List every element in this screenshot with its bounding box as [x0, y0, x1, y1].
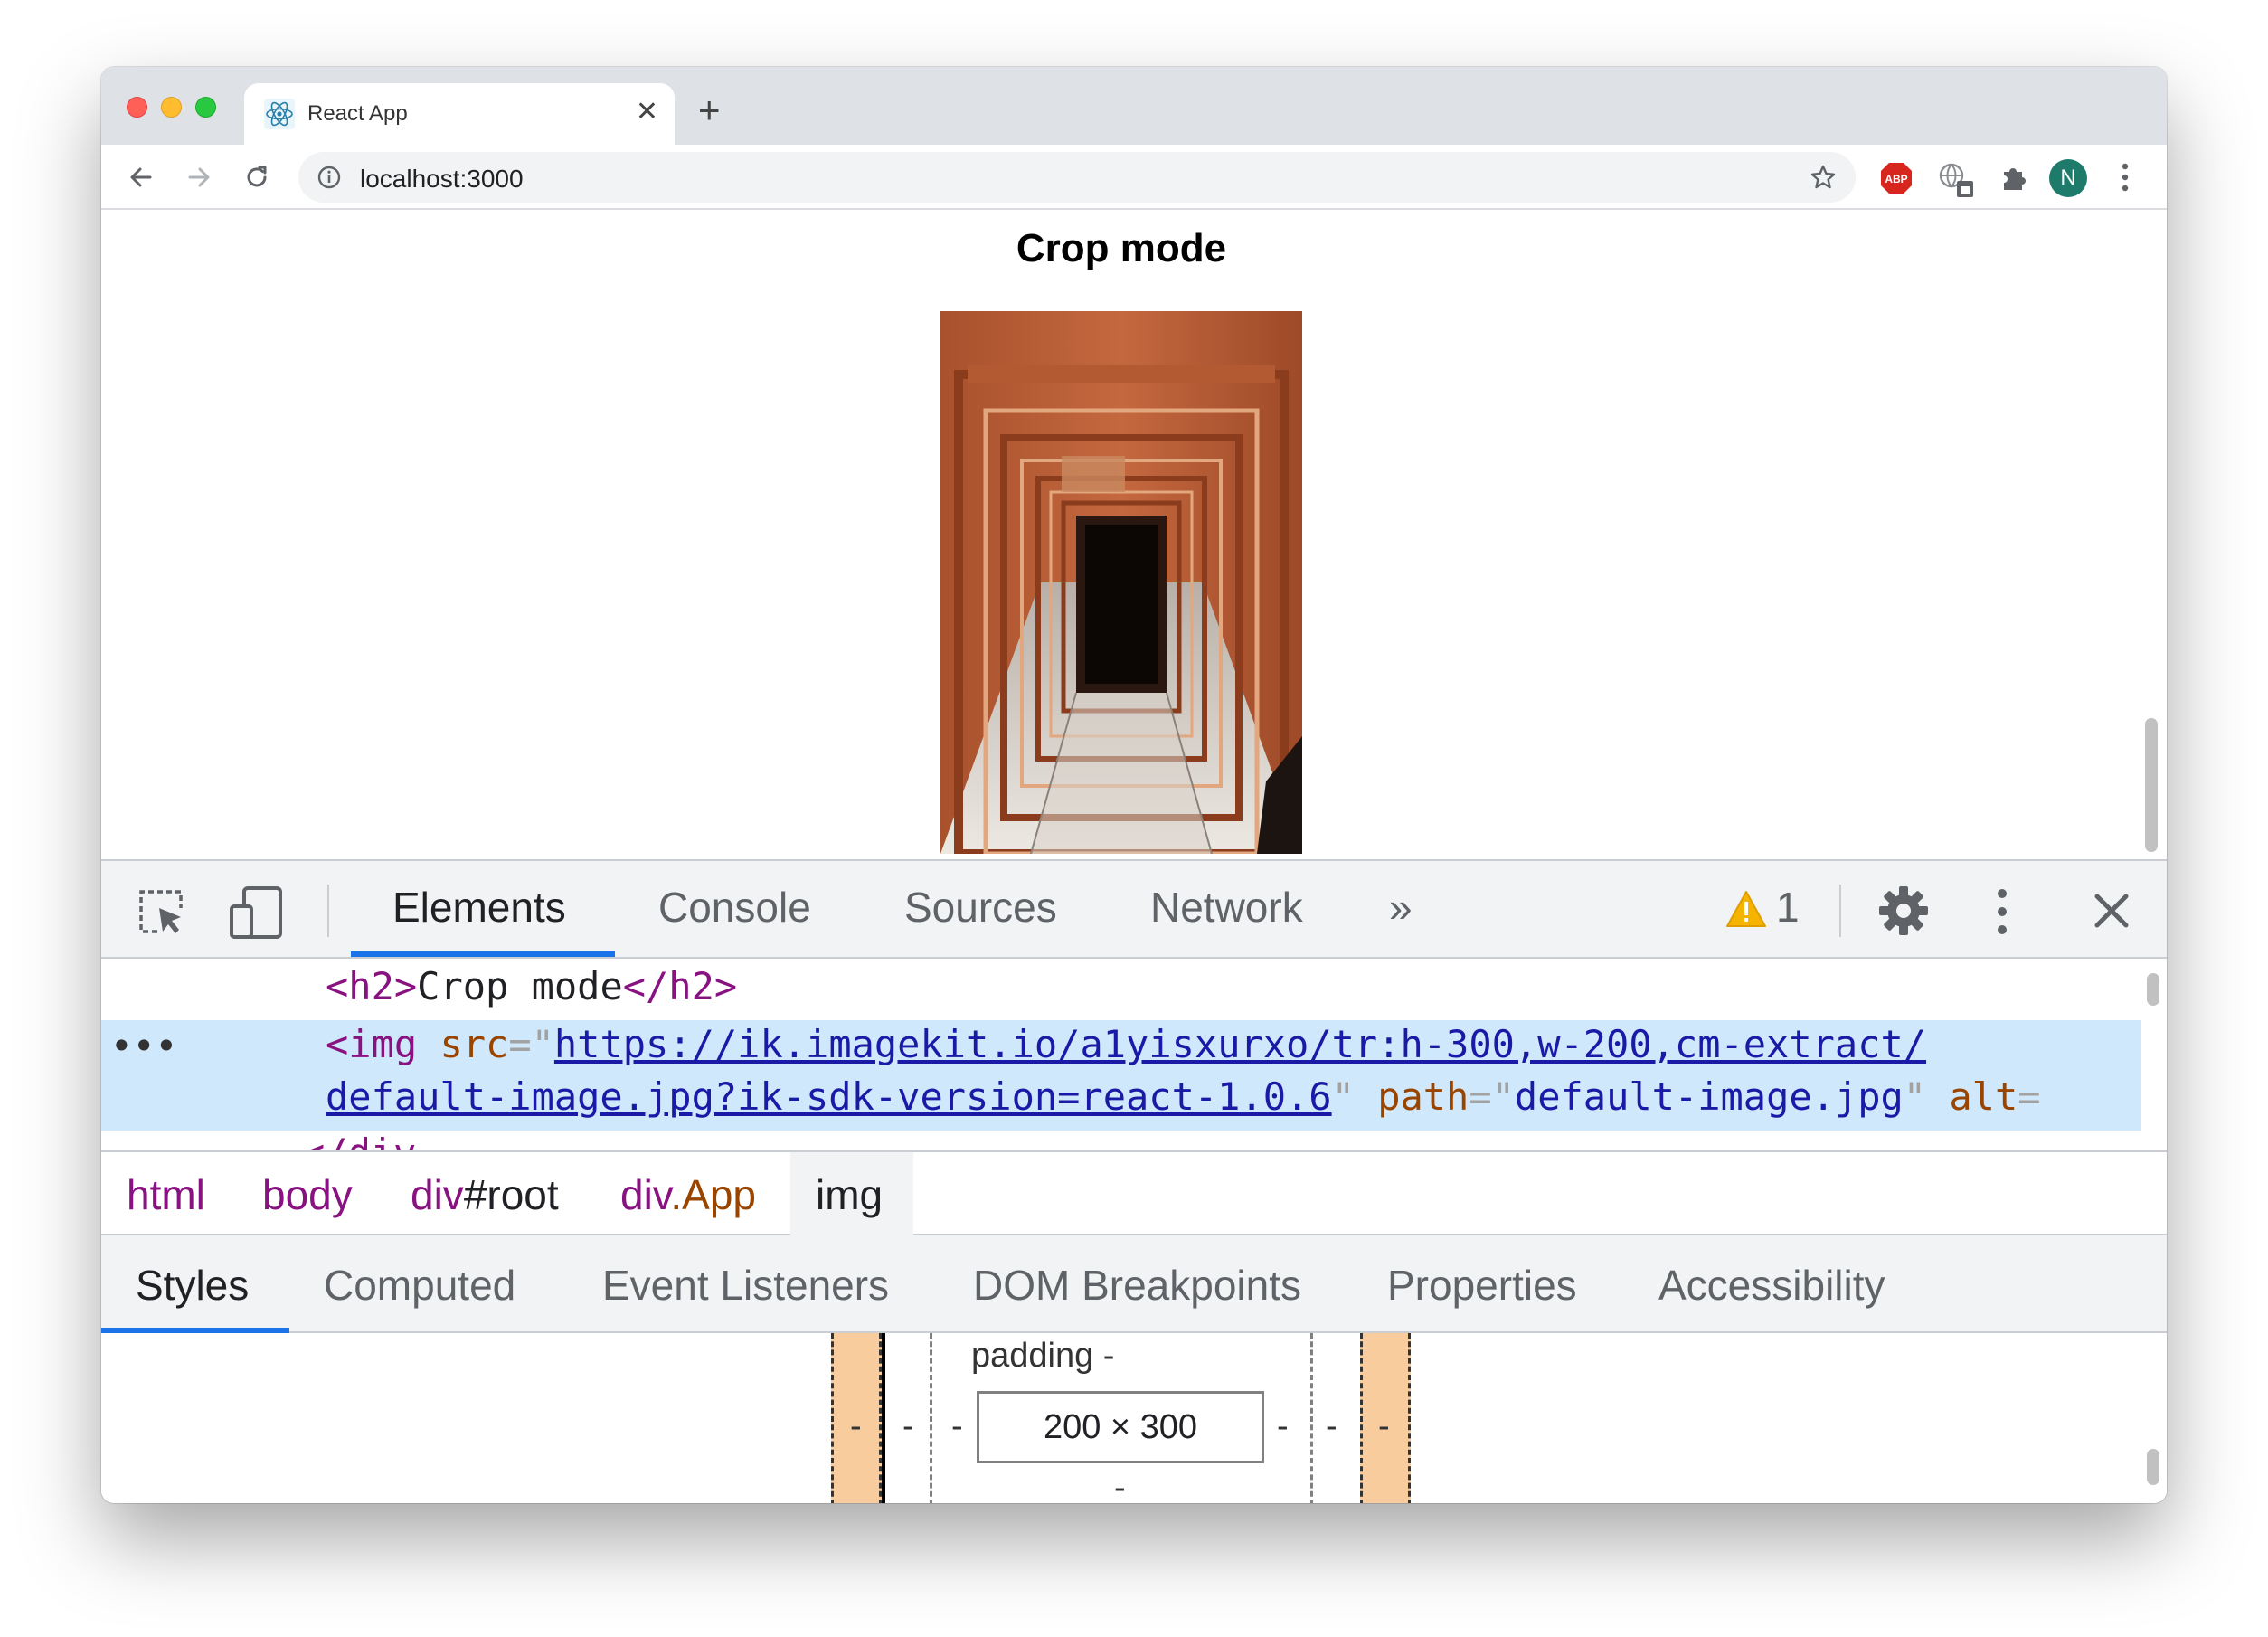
react-logo-icon	[264, 99, 295, 129]
puzzle-extensions-icon[interactable]	[1999, 161, 2031, 194]
tab-computed[interactable]: Computed	[324, 1261, 515, 1310]
breadcrumb-div-root[interactable]: div#root	[411, 1170, 559, 1219]
arrow-left-icon	[130, 167, 152, 187]
bookmark-star-icon[interactable]	[1809, 163, 1838, 192]
tab-event-listeners[interactable]: Event Listeners	[602, 1261, 889, 1310]
reload-button[interactable]	[239, 159, 275, 195]
breadcrumb: html body div#root div.App img	[101, 1150, 2167, 1235]
adblock-plus-icon[interactable]: ABP	[1879, 161, 1914, 195]
padding-label: padding -	[971, 1337, 1115, 1375]
node-actions-ellipsis[interactable]: •••	[110, 1024, 177, 1068]
close-window-button[interactable]	[127, 97, 147, 118]
tab-close-icon[interactable]: ✕	[636, 96, 658, 128]
border-left	[882, 1333, 885, 1503]
address-bar[interactable]: localhost:3000	[298, 152, 1856, 203]
h2-open-tag: <h2>	[326, 964, 418, 1008]
page-scrollbar-thumb[interactable]	[2145, 718, 2158, 852]
dom-line-img[interactable]: <img src="https://ik.imagekit.io/a1yisxu…	[326, 1022, 1926, 1066]
tab-title: React App	[307, 101, 408, 126]
translate-extension-icon[interactable]	[1937, 161, 1977, 201]
alt-attribute-name: alt	[1949, 1074, 2018, 1119]
margin-right-value[interactable]: -	[1378, 1407, 1390, 1446]
browser-window: React App ✕ + localhost:3000 ABP N Crop …	[101, 67, 2167, 1503]
tab-network[interactable]: Network	[1150, 883, 1303, 932]
warning-count[interactable]: 1	[1776, 883, 1800, 932]
svg-text:ABP: ABP	[1885, 173, 1907, 185]
tab-styles[interactable]: Styles	[136, 1261, 249, 1310]
devtools-panel: Elements Console Sources Network » 1 •••…	[101, 859, 2167, 1503]
img-open-tag: <img	[326, 1022, 418, 1066]
breadcrumb-img[interactable]: img	[816, 1170, 883, 1219]
gear-icon[interactable]	[1877, 885, 1930, 937]
src-attribute-name: src	[439, 1022, 509, 1066]
device-toolbar-icon[interactable]	[228, 885, 286, 941]
page-viewport: Crop mode	[101, 212, 2167, 859]
tab-properties[interactable]: Properties	[1387, 1261, 1577, 1310]
devtools-menu-icon[interactable]	[1993, 886, 2011, 937]
breadcrumb-div-app[interactable]: div.App	[620, 1170, 756, 1219]
tab-accessibility[interactable]: Accessibility	[1658, 1261, 1885, 1310]
active-tab-indicator	[351, 951, 615, 957]
div-close-tag: </div	[302, 1131, 416, 1150]
path-attribute-name: path	[1377, 1074, 1469, 1119]
page-heading: Crop mode	[1016, 226, 1227, 270]
dom-tree[interactable]: ••• <h2>Crop mode</h2> <img src="https:/…	[101, 959, 2167, 1150]
browser-tab[interactable]: React App ✕	[244, 83, 675, 145]
tab-strip: React App ✕ +	[101, 67, 2167, 145]
dom-scrollbar-thumb[interactable]	[2147, 973, 2159, 1006]
content-size-box[interactable]: 200 × 300	[977, 1391, 1264, 1463]
minimize-window-button[interactable]	[161, 97, 182, 118]
page-scrollbar[interactable]	[2140, 212, 2161, 859]
h2-close-tag: </h2>	[622, 964, 738, 1008]
dom-line-h2[interactable]: <h2>Crop mode</h2>	[326, 964, 737, 1008]
tab-dom-breakpoints[interactable]: DOM Breakpoints	[973, 1261, 1301, 1310]
styles-scrollbar-thumb[interactable]	[2147, 1449, 2159, 1485]
box-model-pane: padding - - - - 200 × 300 - - - -	[101, 1333, 2167, 1503]
toolbar-divider	[1839, 885, 1841, 937]
border-right-value[interactable]: -	[1326, 1407, 1337, 1446]
padding-right-value[interactable]: -	[1277, 1407, 1289, 1446]
tab-sources[interactable]: Sources	[904, 883, 1057, 932]
warning-icon[interactable]	[1725, 890, 1767, 928]
dom-line-img-cont[interactable]: default-image.jpg?ik-sdk-version=react-1…	[326, 1074, 2041, 1119]
h2-text: Crop mode	[417, 964, 623, 1008]
margin-left-value[interactable]: -	[850, 1407, 862, 1446]
close-icon[interactable]	[2093, 892, 2131, 930]
info-icon[interactable]	[317, 165, 342, 190]
arrow-right-icon	[188, 167, 210, 187]
dom-line-partial: </div	[302, 1131, 416, 1150]
src-url-link-cont[interactable]: default-image.jpg?ik-sdk-version=react-1…	[326, 1074, 1332, 1119]
inspect-element-icon[interactable]	[136, 886, 188, 939]
src-url-link[interactable]: https://ik.imagekit.io/a1yisxurxo/tr:h-3…	[554, 1022, 1926, 1066]
breadcrumb-html[interactable]: html	[127, 1170, 205, 1219]
tab-elements[interactable]: Elements	[392, 883, 566, 932]
url-text: localhost:3000	[360, 165, 524, 193]
toolbar-divider	[327, 885, 329, 937]
reload-icon	[247, 166, 267, 187]
profile-avatar[interactable]: N	[2049, 159, 2087, 197]
more-tabs-icon[interactable]: »	[1389, 883, 1413, 932]
padding-left-value[interactable]: -	[951, 1407, 963, 1446]
back-button[interactable]	[123, 159, 159, 195]
border-left-value[interactable]: -	[902, 1407, 914, 1446]
corridor-image	[940, 311, 1302, 854]
new-tab-button[interactable]: +	[698, 89, 721, 132]
browser-menu-icon[interactable]	[2118, 161, 2132, 194]
breadcrumb-body[interactable]: body	[262, 1170, 353, 1219]
browser-toolbar: localhost:3000 ABP N	[101, 145, 2167, 210]
padding-bottom-value[interactable]: -	[1114, 1469, 1126, 1503]
styles-subtabs: Styles Computed Event Listeners DOM Brea…	[101, 1235, 2167, 1333]
path-attribute-value: default-image.jpg	[1514, 1074, 1904, 1119]
tab-console[interactable]: Console	[658, 883, 811, 932]
forward-button[interactable]	[181, 159, 217, 195]
maximize-window-button[interactable]	[195, 97, 216, 118]
devtools-toolbar: Elements Console Sources Network » 1	[101, 861, 2167, 959]
